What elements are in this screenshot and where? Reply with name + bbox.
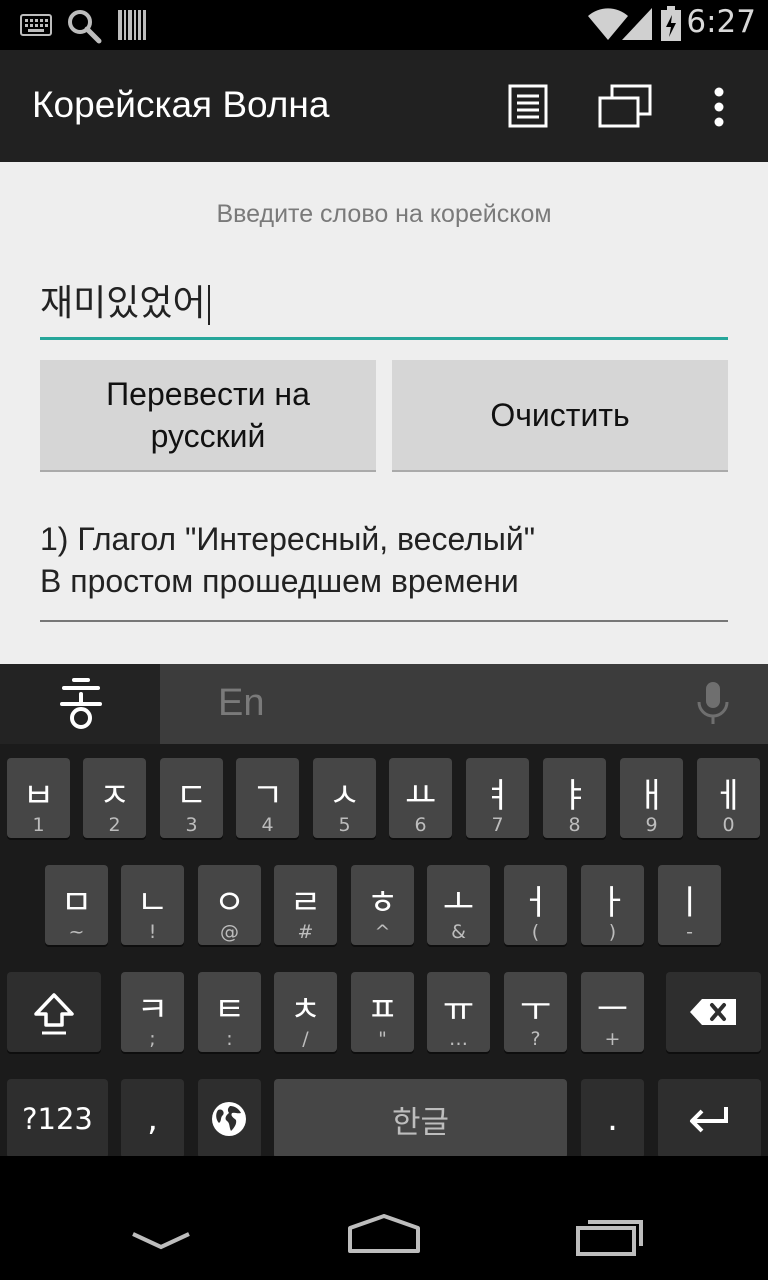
clear-button[interactable]: Очистить [392,360,728,472]
translation-result: 1) Глагол "Интересный, веселый" В просто… [40,518,728,602]
hangul-mode-tab[interactable] [0,664,160,744]
key-row1-5[interactable]: ㅅ5 [313,758,376,838]
key-row1-8[interactable]: ㅑ8 [543,758,606,838]
app-bar: Корейская Волна [0,50,768,162]
microphone-icon[interactable] [696,682,730,726]
backspace-key[interactable] [666,972,761,1052]
windows-icon[interactable] [598,84,652,128]
status-bar: 6:27 [0,0,768,50]
language-label[interactable]: En [218,682,264,725]
recents-icon[interactable] [575,1216,645,1256]
keyboard-icon [20,14,52,36]
search-icon [68,10,102,44]
key-row3-1[interactable]: ㅋ; [121,972,184,1052]
key-row1-1[interactable]: ㅂ1 [7,758,70,838]
key-row1-4[interactable]: ㄱ4 [236,758,299,838]
shift-key[interactable] [7,972,101,1052]
signal-icon [622,8,652,40]
shift-icon [34,993,74,1035]
enter-key[interactable] [658,1079,761,1159]
key-row1-7[interactable]: ㅕ7 [466,758,529,838]
input-value: 재미있었어 [40,283,206,324]
key-row1-6[interactable]: ㅛ6 [389,758,452,838]
soft-keyboard: En ㅂ1 ㅈ2 ㄷ3 ㄱ4 ㅅ5 ㅛ6 ㅕ7 ㅑ8 ㅐ9 ㅔ0 ㅁ ~ ㄴ! ㅇ… [0,664,768,1159]
input-hint: Введите слово на корейском [216,200,552,228]
back-icon[interactable] [130,1230,192,1252]
key-row2-3[interactable]: ㅇ @ [198,865,261,945]
text-caret [207,285,210,325]
key-row3-7[interactable]: ㅡ + [581,972,644,1052]
translate-button[interactable]: Перевести на русский [40,360,376,472]
battery-icon [661,6,681,41]
app-title: Корейская Волна [32,84,330,125]
space-key[interactable]: 한글 [274,1079,567,1159]
key-row2-1[interactable]: ㅁ ~ [45,865,108,945]
main-content: Введите слово на корейском 재미있었어 Перевес… [0,162,768,664]
key-row1-10[interactable]: ㅔ0 [697,758,760,838]
key-row2-5[interactable]: ㅎ ^ [351,865,414,945]
result-line-2: В простом прошедшем времени [40,563,519,599]
key-row2-8[interactable]: ㅏ) [581,865,644,945]
korean-word-input[interactable]: 재미있었어 [40,274,728,340]
barcode-icon [118,10,146,40]
hangul-mode-icon [60,678,102,729]
globe-icon [212,1102,246,1136]
key-row1-3[interactable]: ㄷ3 [160,758,223,838]
key-row3-4[interactable]: ㅍ " [351,972,414,1052]
key-row1-2[interactable]: ㅈ2 [83,758,146,838]
key-row3-2[interactable]: ㅌ: [198,972,261,1052]
home-icon[interactable] [346,1214,422,1254]
symbols-key[interactable]: ?123 [7,1079,108,1159]
result-divider [40,620,728,622]
clear-button-label: Очистить [490,397,630,433]
language-switch-key[interactable] [198,1079,261,1159]
result-line-1: 1) Глагол "Интересный, веселый" [40,521,536,557]
key-row3-6[interactable]: ㅜ? [504,972,567,1052]
status-time: 6:27 [686,4,756,40]
comma-key[interactable]: , [121,1079,184,1159]
key-row2-4[interactable]: ㄹ # [274,865,337,945]
key-row2-9[interactable]: ㅣ- [658,865,721,945]
key-row3-3[interactable]: ㅊ / [274,972,337,1052]
key-row2-2[interactable]: ㄴ! [121,865,184,945]
key-row2-7[interactable]: ㅓ( [504,865,567,945]
list-icon[interactable] [508,84,548,128]
period-key[interactable]: . [581,1079,644,1159]
key-row2-6[interactable]: ㅗ & [427,865,490,945]
key-row3-5[interactable]: ㅠ… [427,972,490,1052]
navigation-bar [0,1156,768,1280]
enter-icon [690,1107,728,1133]
keyboard-suggestion-bar: En [0,664,768,744]
overflow-menu-icon[interactable] [712,86,726,128]
backspace-icon [690,999,736,1025]
key-row1-9[interactable]: ㅐ9 [620,758,683,838]
translate-button-label: Перевести на русский [106,376,310,454]
